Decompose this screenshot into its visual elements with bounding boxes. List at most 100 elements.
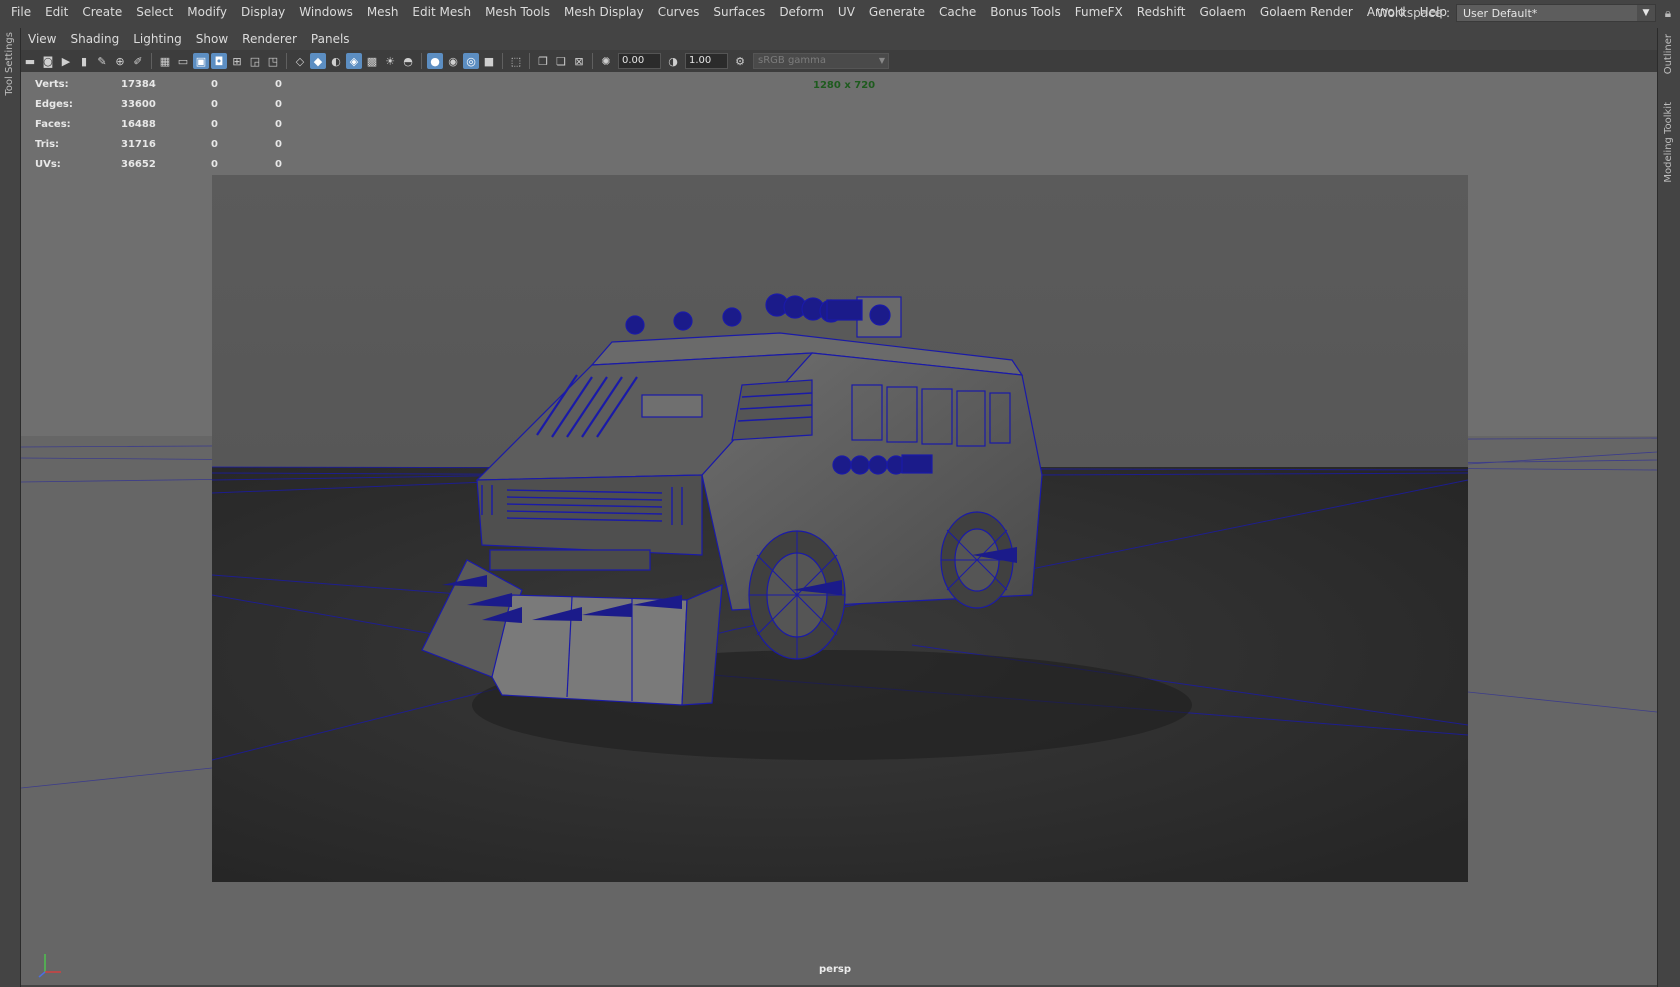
menu-deform[interactable]: Deform <box>772 1 831 23</box>
panel-menu-panels[interactable]: Panels <box>304 32 357 46</box>
resolution-gate-icon[interactable]: ▣ <box>193 53 209 69</box>
view-transform-dropdown[interactable]: sRGB gamma ▼ <box>753 53 889 69</box>
wireframe-icon[interactable]: ◇ <box>292 53 308 69</box>
hud-value: 16488 <box>121 118 156 130</box>
3d-viewport[interactable]: Verts: 17384 0 0 Edges: 33600 0 0 Faces:… <box>21 72 1657 985</box>
menu-uv[interactable]: UV <box>831 1 862 23</box>
safe-action-icon[interactable]: ◲ <box>247 53 263 69</box>
left-side-strip: Tool Settings <box>0 28 21 987</box>
workspace-dropdown[interactable]: User Default* ▼ <box>1456 4 1656 22</box>
menu-redshift[interactable]: Redshift <box>1130 1 1193 23</box>
outliner-tab[interactable]: Outliner <box>1663 34 1674 74</box>
shadows-icon[interactable]: ◓ <box>400 53 416 69</box>
lock-icon[interactable]: 🔒︎ <box>1656 6 1680 21</box>
resolution-gate <box>212 175 1468 882</box>
gate-mask-icon[interactable]: ◘ <box>211 53 227 69</box>
toolbar-divider <box>421 53 422 69</box>
menu-mesh-tools[interactable]: Mesh Tools <box>478 1 557 23</box>
menu-list: File Edit Create Select Modify Display W… <box>0 1 1454 23</box>
hud-value: 31716 <box>121 138 156 150</box>
xray-joints-icon[interactable]: ⊠ <box>571 53 587 69</box>
menu-curves[interactable]: Curves <box>651 1 707 23</box>
hud-value: 0 <box>275 138 282 150</box>
workspace-label: Workspace : <box>1376 6 1450 20</box>
hud-row-faces: Faces: 16488 0 0 <box>35 114 295 134</box>
panel-menu-bar: View Shading Lighting Show Renderer Pane… <box>21 28 357 50</box>
pencil-icon[interactable]: ✐ <box>130 53 146 69</box>
toolbar-divider <box>502 53 503 69</box>
menu-mesh[interactable]: Mesh <box>360 1 406 23</box>
menu-golaem-render[interactable]: Golaem Render <box>1253 1 1360 23</box>
field-chart-icon[interactable]: ⊞ <box>229 53 245 69</box>
use-all-lights-icon[interactable]: ☀ <box>382 53 398 69</box>
menu-modify[interactable]: Modify <box>180 1 234 23</box>
menu-create[interactable]: Create <box>75 1 129 23</box>
menu-bonus-tools[interactable]: Bonus Tools <box>983 1 1067 23</box>
menu-fumefx[interactable]: FumeFX <box>1068 1 1130 23</box>
hud-value: 0 <box>275 118 282 130</box>
scene-render <box>212 175 1468 882</box>
grid-icon[interactable]: ▦ <box>157 53 173 69</box>
panel-menu-show[interactable]: Show <box>189 32 235 46</box>
select-camera-icon[interactable]: ▬ <box>22 53 38 69</box>
panel-menu-view[interactable]: View <box>21 32 63 46</box>
hud-row-verts: Verts: 17384 0 0 <box>35 74 295 94</box>
hud-value: 36652 <box>121 158 156 170</box>
gamma-icon[interactable]: ◑ <box>665 53 681 69</box>
axis-gizmo <box>38 954 61 978</box>
panel-menu-renderer[interactable]: Renderer <box>235 32 304 46</box>
view-transform-value: sRGB gamma <box>758 55 827 66</box>
menu-mesh-display[interactable]: Mesh Display <box>557 1 651 23</box>
gamma-field[interactable]: 1.00 <box>685 53 728 69</box>
menu-display[interactable]: Display <box>234 1 292 23</box>
color-management-icon[interactable]: ⚙ <box>732 53 748 69</box>
bookmark-icon[interactable]: ▶ <box>58 53 74 69</box>
toolbar-divider <box>529 53 530 69</box>
menu-generate[interactable]: Generate <box>862 1 932 23</box>
modeling-toolkit-tab[interactable]: Modeling Toolkit <box>1663 102 1674 183</box>
viewport-panel: View Shading Lighting Show Renderer Pane… <box>21 28 1657 985</box>
camera-name-label: persp <box>819 964 851 975</box>
menu-select[interactable]: Select <box>129 1 180 23</box>
default-material-icon[interactable]: ◐ <box>328 53 344 69</box>
camera-attributes-icon[interactable]: ◙ <box>40 53 56 69</box>
safe-title-icon[interactable]: ◳ <box>265 53 281 69</box>
menu-cache[interactable]: Cache <box>932 1 983 23</box>
textured-icon[interactable]: ▩ <box>364 53 380 69</box>
hud-value: 0 <box>211 158 218 170</box>
anti-aliasing-icon[interactable]: ◎ <box>463 53 479 69</box>
menu-surfaces[interactable]: Surfaces <box>706 1 772 23</box>
hud-row-uvs: UVs: 36652 0 0 <box>35 154 295 174</box>
chevron-down-icon: ▼ <box>878 56 885 65</box>
hud-label: Verts: <box>35 78 69 90</box>
hud-value: 0 <box>211 138 218 150</box>
exposure-field[interactable]: 0.00 <box>618 53 661 69</box>
hud-value: 0 <box>211 78 218 90</box>
image-plane-icon[interactable]: ▮ <box>76 53 92 69</box>
chevron-down-icon[interactable]: ▼ <box>1637 5 1655 21</box>
depth-of-field-icon[interactable]: ■ <box>481 53 497 69</box>
grease-pencil-icon[interactable]: ✎ <box>94 53 110 69</box>
menu-edit-mesh[interactable]: Edit Mesh <box>405 1 478 23</box>
menu-file[interactable]: File <box>4 1 38 23</box>
xray-active-icon[interactable]: ❏ <box>553 53 569 69</box>
panel-menu-lighting[interactable]: Lighting <box>126 32 189 46</box>
motion-blur-icon[interactable]: ◉ <box>445 53 461 69</box>
smooth-shade-icon[interactable]: ◆ <box>310 53 326 69</box>
isolate-select-icon[interactable]: ⬚ <box>508 53 524 69</box>
wireframe-on-shaded-icon[interactable]: ◈ <box>346 53 362 69</box>
poly-count-hud: Verts: 17384 0 0 Edges: 33600 0 0 Faces:… <box>35 74 295 174</box>
panel-menu-shading[interactable]: Shading <box>63 32 126 46</box>
right-side-strip: Outliner Modeling Toolkit <box>1657 28 1680 987</box>
menu-golaem[interactable]: Golaem <box>1192 1 1252 23</box>
menu-windows[interactable]: Windows <box>292 1 360 23</box>
2d-pan-zoom-icon[interactable]: ⊕ <box>112 53 128 69</box>
toolbar-divider <box>592 53 593 69</box>
exposure-icon[interactable]: ✺ <box>598 53 614 69</box>
xray-icon[interactable]: ❐ <box>535 53 551 69</box>
screen-space-ao-icon[interactable]: ● <box>427 53 443 69</box>
main-menu-bar: File Edit Create Select Modify Display W… <box>0 0 1680 24</box>
film-gate-icon[interactable]: ▭ <box>175 53 191 69</box>
menu-edit[interactable]: Edit <box>38 1 75 23</box>
tool-settings-tab[interactable]: Tool Settings <box>4 32 15 96</box>
